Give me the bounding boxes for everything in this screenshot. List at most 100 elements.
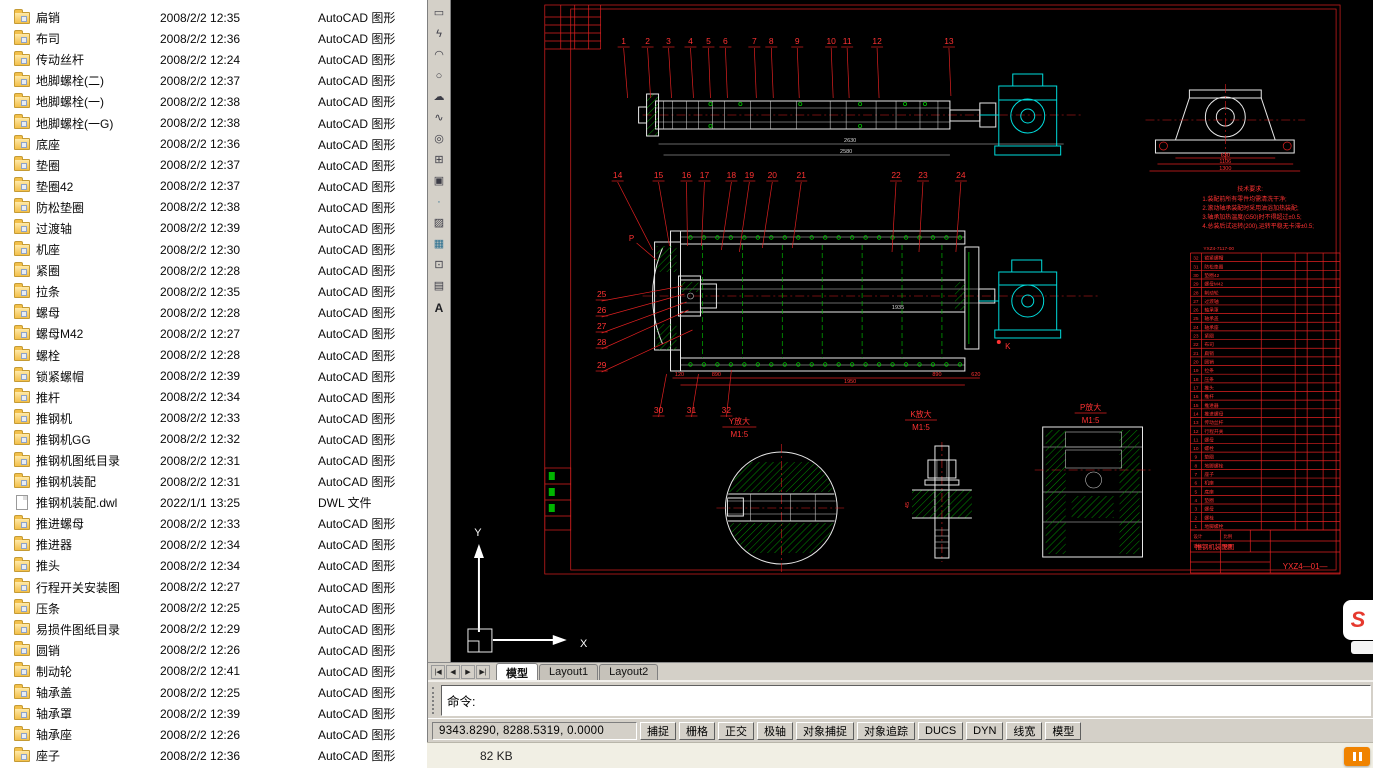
svg-text:11: 11 [1193,437,1198,443]
point-tool-icon[interactable]: · [430,193,449,212]
polyline-tool-icon[interactable]: ϟ [430,25,449,44]
file-row[interactable]: 防松垫圈 2008/2/2 12:38 AutoCAD 图形 [0,197,427,218]
model-toggle[interactable]: 模型 [1045,722,1081,740]
file-row[interactable]: 传动丝杆 2008/2/2 12:24 AutoCAD 图形 [0,49,427,70]
rectangle-tool-icon[interactable]: ▭ [430,4,449,23]
osnap-toggle[interactable]: 对象捕捉 [796,722,854,740]
file-name: 底座 [36,136,160,153]
file-type: AutoCAD 图形 [318,51,427,68]
lineweight-toggle[interactable]: 线宽 [1006,722,1042,740]
hatch-tool-icon[interactable]: ▨ [430,214,449,233]
file-date: 2008/2/2 12:33 [160,517,318,531]
table-tool-icon[interactable]: ▤ [430,277,449,296]
file-icon [14,687,30,699]
file-row[interactable]: 轴承罩 2008/2/2 12:39 AutoCAD 图形 [0,703,427,724]
revcloud-tool-icon[interactable]: ☁ [430,88,449,107]
sogou-sidebar-handle[interactable] [1351,641,1373,654]
file-name: 传动丝杆 [36,51,160,68]
file-name: 紧圈 [36,262,160,279]
file-row[interactable]: 推进螺母 2008/2/2 12:33 AutoCAD 图形 [0,513,427,534]
file-name: 轴承盖 [36,684,160,701]
svg-text:1935: 1935 [892,305,904,311]
file-row[interactable]: 座子 2008/2/2 12:36 AutoCAD 图形 [0,745,427,766]
file-row[interactable]: 拉条 2008/2/2 12:35 AutoCAD 图形 [0,281,427,302]
file-row[interactable]: 行程开关安装图 2008/2/2 12:27 AutoCAD 图形 [0,577,427,598]
tab-scroll-prev-icon[interactable]: ◀ [446,665,460,679]
arc-tool-icon[interactable]: ◠ [430,46,449,65]
file-row[interactable]: 推钢机装配.dwl 2022/1/1 13:25 DWL 文件 [0,492,427,513]
file-icon [14,201,30,213]
file-date: 2008/2/2 12:33 [160,411,318,425]
file-row[interactable]: 紧圈 2008/2/2 12:28 AutoCAD 图形 [0,260,427,281]
file-row[interactable]: 推钢机 2008/2/2 12:33 AutoCAD 图形 [0,408,427,429]
make-block-tool-icon[interactable]: ▣ [430,172,449,191]
svg-text:座子: 座子 [1204,471,1214,478]
svg-text:制动轮: 制动轮 [1204,289,1219,296]
svg-text:轴承罩: 轴承罩 [1204,307,1219,314]
file-row[interactable]: 推进器 2008/2/2 12:34 AutoCAD 图形 [0,534,427,555]
file-row[interactable]: 推钢机GG 2008/2/2 12:32 AutoCAD 图形 [0,429,427,450]
file-row[interactable]: 螺栓 2008/2/2 12:28 AutoCAD 图形 [0,345,427,366]
svg-text:26: 26 [1193,308,1199,314]
file-row[interactable]: 垫圈 2008/2/2 12:37 AutoCAD 图形 [0,155,427,176]
svg-text:螺母: 螺母 [1204,506,1214,513]
file-row[interactable]: 布司 2008/2/2 12:36 AutoCAD 图形 [0,28,427,49]
file-row[interactable]: 地脚螺栓(二) 2008/2/2 12:37 AutoCAD 图形 [0,70,427,91]
tab-scroll-last-icon[interactable]: ▶| [476,665,490,679]
ellipse-tool-icon[interactable]: ◎ [430,130,449,149]
gradient-tool-icon[interactable]: ▦ [430,235,449,254]
file-row[interactable]: 锁紧螺帽 2008/2/2 12:39 AutoCAD 图形 [0,366,427,387]
file-row[interactable]: 过渡轴 2008/2/2 12:39 AutoCAD 图形 [0,218,427,239]
tab-layout1[interactable]: Layout1 [539,664,598,680]
file-row[interactable]: 螺母 2008/2/2 12:28 AutoCAD 图形 [0,302,427,323]
file-name: 推杆 [36,389,160,406]
file-row[interactable]: 推头 2008/2/2 12:34 AutoCAD 图形 [0,555,427,576]
file-row[interactable]: 推杆 2008/2/2 12:34 AutoCAD 图形 [0,387,427,408]
file-row[interactable]: 制动轮 2008/2/2 12:41 AutoCAD 图形 [0,661,427,682]
snap-toggle[interactable]: 捕捉 [640,722,676,740]
tab-model[interactable]: 模型 [496,663,538,680]
file-row[interactable]: 压条 2008/2/2 12:25 AutoCAD 图形 [0,598,427,619]
file-type: AutoCAD 图形 [318,642,427,659]
coordinate-readout[interactable]: 9343.8290, 8288.5319, 0.0000 [432,722,637,740]
region-tool-icon[interactable]: ⊡ [430,256,449,275]
tab-scroll-first-icon[interactable]: |◀ [431,665,445,679]
tab-layout2[interactable]: Layout2 [599,664,658,680]
svg-text:23: 23 [1193,334,1199,340]
otrack-toggle[interactable]: 对象追踪 [857,722,915,740]
ortho-toggle[interactable]: 正交 [718,722,754,740]
dyn-toggle[interactable]: DYN [966,722,1003,740]
file-row[interactable]: 螺母M42 2008/2/2 12:27 AutoCAD 图形 [0,323,427,344]
file-row[interactable]: 地脚螺栓(一) 2008/2/2 12:38 AutoCAD 图形 [0,91,427,112]
file-row[interactable]: 底座 2008/2/2 12:36 AutoCAD 图形 [0,134,427,155]
file-row[interactable]: 扁销 2008/2/2 12:35 AutoCAD 图形 [0,7,427,28]
file-row[interactable]: 圆销 2008/2/2 12:26 AutoCAD 图形 [0,640,427,661]
spline-tool-icon[interactable]: ∿ [430,109,449,128]
file-row[interactable]: 推钢机图纸目录 2008/2/2 12:31 AutoCAD 图形 [0,450,427,471]
file-row[interactable]: 轴承座 2008/2/2 12:26 AutoCAD 图形 [0,724,427,745]
file-row[interactable]: 轴承盖 2008/2/2 12:25 AutoCAD 图形 [0,682,427,703]
command-input[interactable]: 命令: [441,685,1371,716]
file-icon [14,286,30,298]
grid-toggle[interactable]: 栅格 [679,722,715,740]
file-type: AutoCAD 图形 [318,431,427,448]
file-date: 2008/2/2 12:24 [160,53,318,67]
svg-text:机座: 机座 [1204,480,1214,487]
polar-toggle[interactable]: 极轴 [757,722,793,740]
tab-scroll-next-icon[interactable]: ▶ [461,665,475,679]
input-keyboard-tray-icon[interactable] [1344,747,1370,766]
insert-block-tool-icon[interactable]: ⊞ [430,151,449,170]
file-type: AutoCAD 图形 [318,283,427,300]
file-row[interactable]: 推钢机装配 2008/2/2 12:31 AutoCAD 图形 [0,471,427,492]
drawing-canvas[interactable]: 2630 2580 [450,0,1373,662]
file-row[interactable]: 机座 2008/2/2 12:30 AutoCAD 图形 [0,239,427,260]
ducs-toggle[interactable]: DUCS [918,722,963,740]
mtext-tool-icon[interactable]: A [430,298,449,317]
command-window-grip[interactable] [432,687,438,714]
file-row[interactable]: 地脚螺栓(一G) 2008/2/2 12:38 AutoCAD 图形 [0,112,427,133]
sogou-input-icon[interactable]: S [1343,600,1373,640]
circle-tool-icon[interactable]: ○ [430,67,449,86]
svg-text:7: 7 [752,36,757,46]
file-row[interactable]: 垫圈42 2008/2/2 12:37 AutoCAD 图形 [0,176,427,197]
file-row[interactable]: 易损件图纸目录 2008/2/2 12:29 AutoCAD 图形 [0,619,427,640]
